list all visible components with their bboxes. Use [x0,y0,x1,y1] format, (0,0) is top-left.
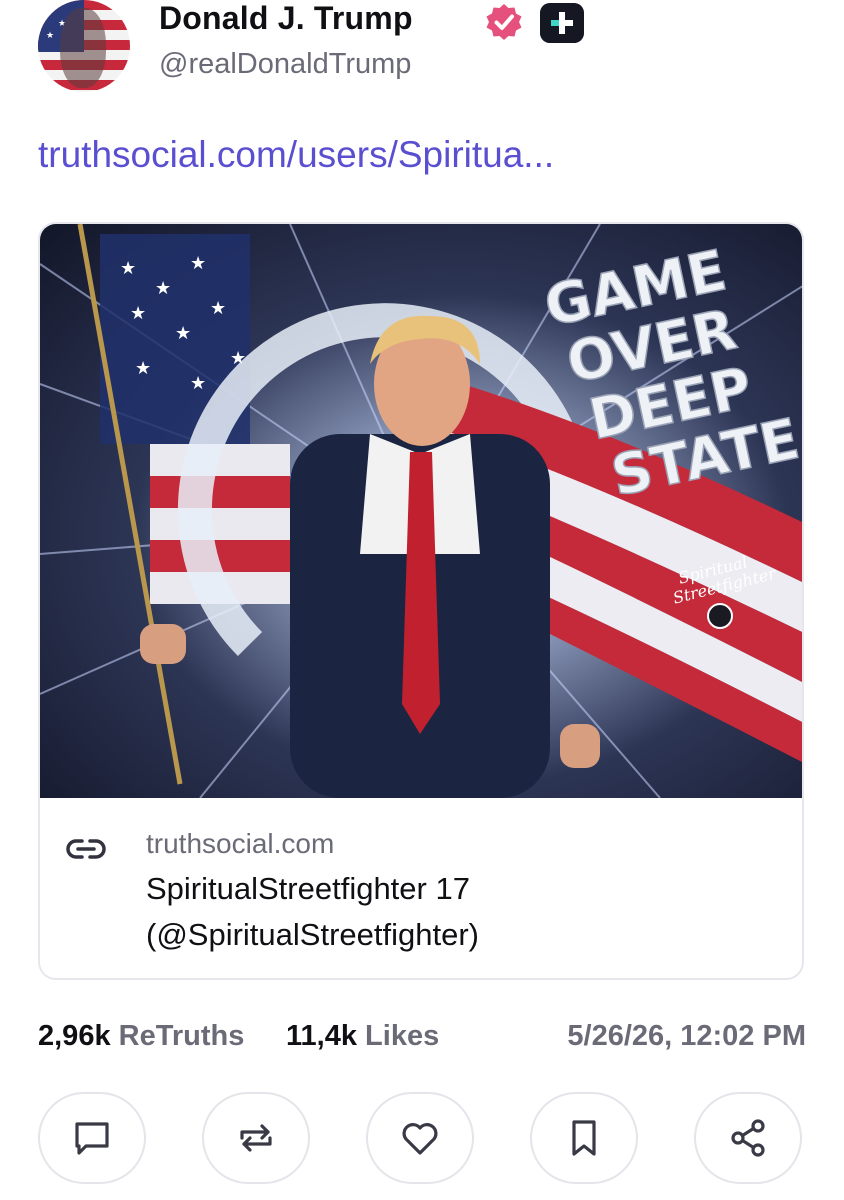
svg-text:★: ★ [135,358,151,378]
post-timestamp: 5/26/26, 12:02 PM [567,1020,806,1052]
svg-text:★: ★ [155,278,171,298]
retruths-label: ReTruths [118,1020,245,1052]
link-icon [66,839,106,859]
heart-icon [402,1123,438,1155]
preview-meta[interactable]: truthsocial.com SpiritualStreetfighter 1… [40,800,802,978]
post-stats: 2,96k ReTruths 11,4k Likes 5/26/26, 12:0… [38,1020,808,1060]
preview-image-illustration: ★★ ★★ ★★ ★★ ★ GAME OVER DEEP STATE Spiri… [40,224,802,798]
svg-text:★: ★ [190,373,206,393]
retruths-stat[interactable]: 2,96k ReTruths [38,1020,244,1053]
preview-title-line1: SpiritualStreetfighter 17 [146,871,470,906]
retruths-count: 2,96k [38,1020,111,1052]
retruth-icon [240,1124,272,1152]
preview-domain: truthsocial.com [146,828,335,859]
watermark-logo [707,603,733,629]
svg-text:★: ★ [190,253,206,273]
avatar-star: ★ [46,30,55,40]
share-button[interactable] [694,1092,802,1184]
comment-icon [75,1122,109,1155]
preview-image[interactable]: ★ ★ ★ ★ ★ ★ ★ ★ ★ GAME OVER DEEP STATE S… [40,224,802,798]
comment-button[interactable] [38,1092,146,1184]
svg-text:★: ★ [130,303,146,323]
svg-text:★: ★ [175,323,191,343]
likes-stat[interactable]: 11,4k Likes [286,1020,439,1053]
likes-label: Likes [365,1020,440,1052]
bookmark-button[interactable] [530,1092,638,1184]
retruth-button[interactable] [202,1092,310,1184]
user-avatar[interactable]: ★ ★ ★ [38,0,130,92]
avatar-star: ★ [44,6,53,16]
preview-title: SpiritualStreetfighter 17 (@SpiritualStr… [146,866,766,958]
post-link[interactable]: truthsocial.com/users/Spiritua... [38,134,554,176]
svg-text:★: ★ [210,298,226,318]
verified-badge-icon [486,4,522,40]
like-button[interactable] [366,1092,474,1184]
share-icon [731,1119,765,1157]
avatar-face [60,8,106,88]
plus-badge-icon [540,3,584,43]
action-bar [38,1092,808,1188]
post-header: ★ ★ ★ Donald J. Trump @realDonaldTrump [38,0,818,96]
author-name[interactable]: Donald J. Trump [159,0,413,37]
svg-text:★: ★ [120,258,136,278]
author-handle[interactable]: @realDonaldTrump [159,48,411,81]
likes-count: 11,4k [286,1020,357,1052]
preview-title-line2: (@SpiritualStreetfighter) [146,917,479,952]
bookmark-icon [572,1120,596,1156]
link-preview-card[interactable]: ★ ★ ★ ★ ★ ★ ★ ★ ★ GAME OVER DEEP STATE S… [38,222,804,980]
